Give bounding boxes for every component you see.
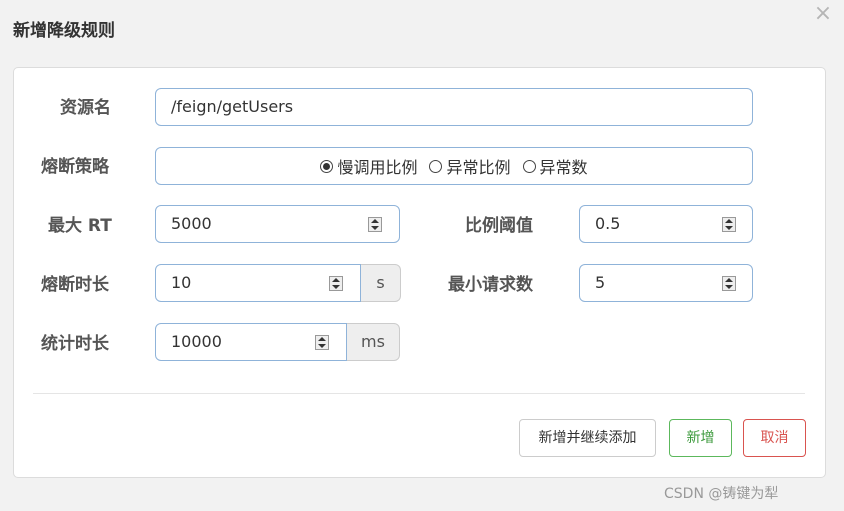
- stat-duration-label: 统计时长: [41, 334, 109, 354]
- ratio-threshold-value: 0.5: [595, 214, 621, 233]
- max-rt-input[interactable]: 5000: [155, 205, 400, 243]
- add-button[interactable]: 新增: [669, 419, 732, 457]
- min-requests-value: 5: [595, 273, 606, 292]
- close-icon[interactable]: ×: [812, 2, 834, 26]
- resource-label: 资源名: [60, 98, 111, 118]
- radio-error-count[interactable]: 异常数: [522, 154, 588, 178]
- footer-divider: [33, 393, 805, 394]
- spinner-icon[interactable]: [315, 335, 329, 350]
- radio-checked-icon: [320, 159, 334, 173]
- radio-unchecked-icon: [429, 159, 443, 173]
- break-duration-unit: s: [361, 264, 401, 302]
- radio-slow-ratio-label: 慢调用比例: [337, 158, 418, 177]
- cancel-button[interactable]: 取消: [743, 419, 806, 457]
- add-and-continue-button[interactable]: 新增并继续添加: [519, 419, 656, 457]
- radio-error-count-label: 异常数: [539, 158, 588, 177]
- spinner-icon[interactable]: [368, 217, 382, 232]
- resource-input[interactable]: /feign/getUsers: [155, 88, 753, 126]
- break-duration-label: 熔断时长: [41, 275, 109, 295]
- stat-duration-input[interactable]: 10000: [155, 323, 347, 361]
- ratio-threshold-label: 比例阈值: [465, 216, 533, 236]
- strategy-label: 熔断策略: [41, 157, 109, 177]
- spinner-icon[interactable]: [329, 276, 343, 291]
- radio-error-ratio[interactable]: 异常比例: [429, 154, 511, 178]
- break-duration-value: 10: [171, 273, 192, 292]
- stat-duration-unit: ms: [347, 323, 400, 361]
- stat-duration-value: 10000: [171, 332, 222, 351]
- radio-unchecked-icon: [522, 159, 536, 173]
- ratio-threshold-input[interactable]: 0.5: [579, 205, 753, 243]
- radio-slow-ratio[interactable]: 慢调用比例: [320, 154, 417, 178]
- min-requests-label: 最小请求数: [448, 275, 533, 295]
- dialog-title: 新增降级规则: [13, 21, 115, 41]
- max-rt-value: 5000: [171, 214, 212, 233]
- max-rt-label: 最大 RT: [48, 216, 112, 236]
- spinner-icon[interactable]: [722, 217, 736, 232]
- break-duration-input[interactable]: 10: [155, 264, 361, 302]
- radio-error-ratio-label: 异常比例: [446, 158, 511, 177]
- min-requests-input[interactable]: 5: [579, 264, 753, 302]
- watermark: CSDN @铸键为犁: [664, 486, 779, 502]
- strategy-radio-group: 慢调用比例 异常比例 异常数: [155, 147, 753, 185]
- spinner-icon[interactable]: [722, 276, 736, 291]
